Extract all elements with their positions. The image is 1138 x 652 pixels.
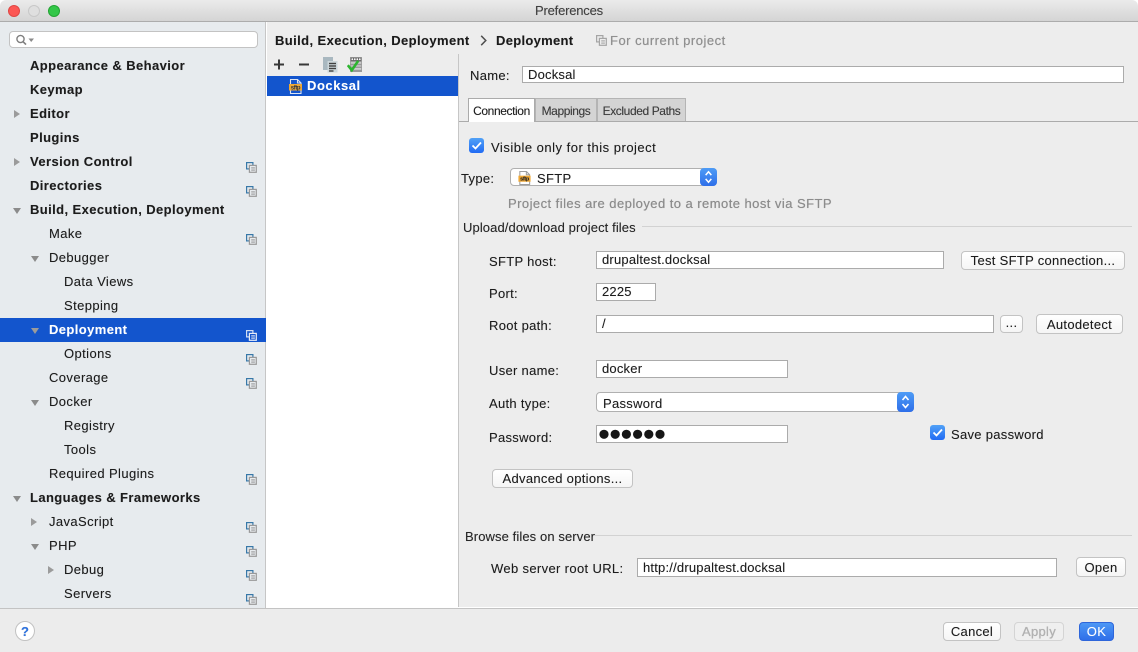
svg-text:sftp: sftp [520,177,530,183]
svg-text:sftp: sftp [291,85,301,91]
